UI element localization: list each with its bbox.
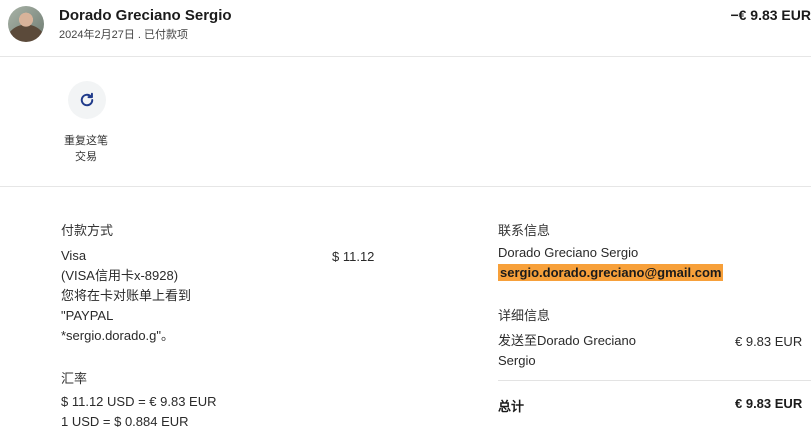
transaction-header: Dorado Greciano Sergio 2024年2月27日 . 已付款项… — [0, 0, 811, 56]
refresh-icon — [80, 92, 94, 107]
divider — [498, 380, 811, 381]
total-label: 总计 — [498, 399, 525, 414]
contact-email-row: sergio.dorado.greciano@gmail.com — [498, 263, 724, 283]
payment-line: "PAYPAL — [61, 308, 114, 323]
payment-line: 您将在卡对账单上看到 — [61, 288, 192, 303]
ship-amount: € 9.83 EUR — [735, 334, 803, 349]
exchange-line: $ 11.12 USD = € 9.83 EUR — [61, 394, 217, 409]
ship-label-line2: Sergio — [498, 353, 536, 368]
divider — [0, 56, 811, 57]
payment-line: (VISA信用卡x-8928) — [61, 268, 179, 283]
details-title: 详细信息 — [498, 308, 551, 323]
exchange-line: 1 USD = $ 0.884 EUR — [61, 414, 189, 429]
payment-method-details: Visa (VISA信用卡x-8928) 您将在卡对账单上看到 "PAYPAL … — [61, 246, 191, 346]
repeat-label-line1: 重复这笔 — [64, 135, 108, 147]
payment-line: Visa — [61, 248, 87, 263]
payment-line: *sergio.dorado.g"。 — [61, 328, 175, 343]
payment-method-title: 付款方式 — [61, 223, 114, 238]
contact-name: Dorado Greciano Sergio — [498, 245, 639, 260]
ship-to-label: 发送至Dorado Greciano Sergio — [498, 331, 636, 371]
repeat-label-line2: 交易 — [75, 151, 97, 163]
transaction-amount: −€ 9.83 EUR — [730, 7, 811, 23]
avatar — [8, 6, 44, 42]
payee-name: Dorado Greciano Sergio — [59, 7, 232, 24]
ship-label-line1: 发送至Dorado Greciano — [498, 333, 636, 348]
repeat-transaction-button[interactable] — [68, 81, 106, 119]
divider — [0, 186, 811, 187]
exchange-rate-details: $ 11.12 USD = € 9.83 EUR 1 USD = $ 0.884… — [61, 392, 217, 431]
contact-email[interactable]: sergio.dorado.greciano@gmail.com — [498, 264, 724, 281]
payment-amount: $ 11.12 — [332, 249, 375, 264]
exchange-rate-title: 汇率 — [61, 371, 88, 386]
repeat-transaction-label[interactable]: 重复这笔 交易 — [58, 133, 114, 165]
transaction-date-status: 2024年2月27日 . 已付款项 — [59, 29, 188, 41]
transaction-detail-page: Dorado Greciano Sergio 2024年2月27日 . 已付款项… — [0, 0, 811, 431]
total-amount: € 9.83 EUR — [735, 396, 803, 411]
contact-info-title: 联系信息 — [498, 223, 551, 238]
